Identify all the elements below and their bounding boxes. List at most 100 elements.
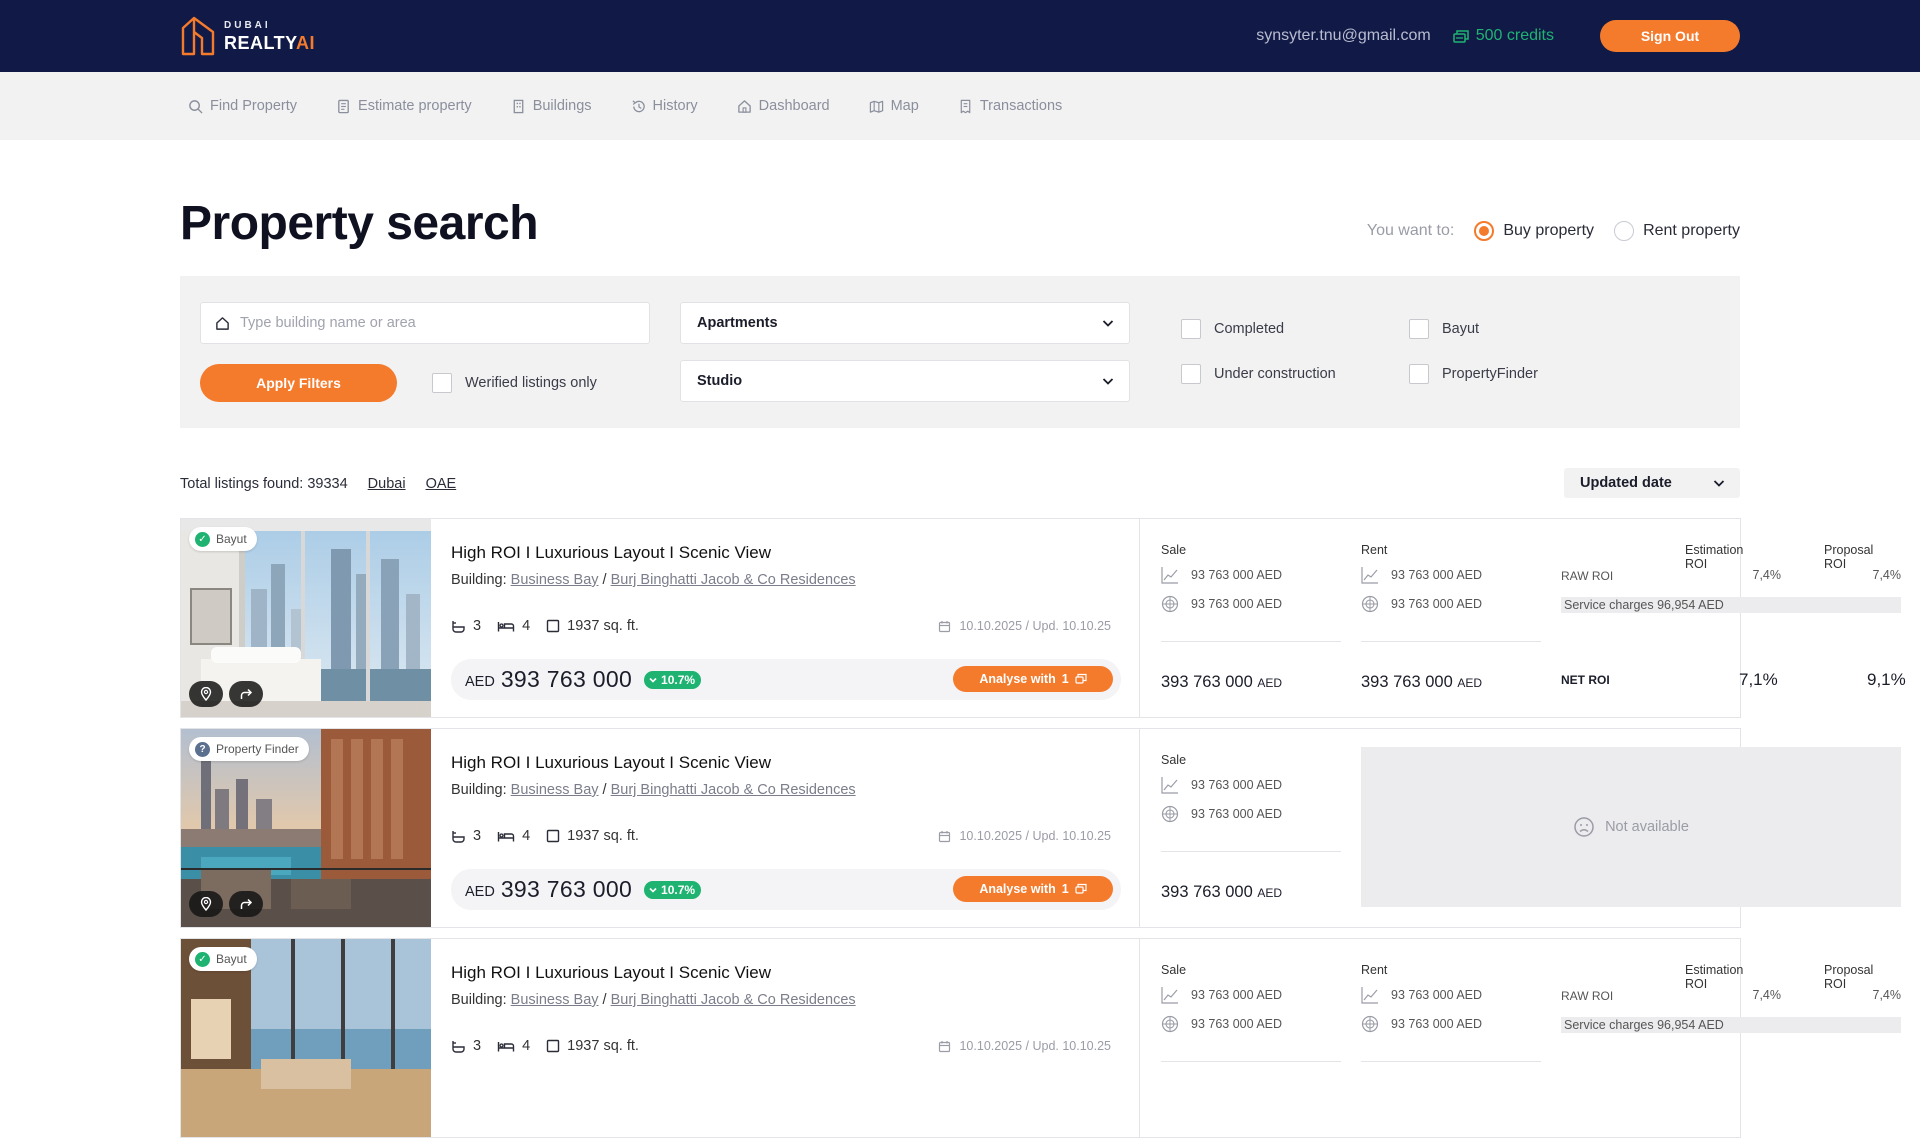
building-search-input[interactable] (240, 315, 620, 331)
listing-card[interactable]: ✓ Bayut High ROI I Luxurious Layout I Sc… (180, 518, 1906, 718)
location-pin-button[interactable] (189, 891, 223, 917)
listing-building: Building: Business Bay / Burj Binghatti … (451, 992, 856, 1008)
nav-map[interactable]: Map (869, 98, 919, 114)
nav-find-property[interactable]: Find Property (188, 98, 297, 114)
listing-building: Building: Business Bay / Burj Binghatti … (451, 782, 856, 798)
checkbox-box (1409, 364, 1429, 384)
share-icon (240, 688, 253, 699)
net-roi-proposal: 9,1% (1867, 670, 1906, 689)
divider (1361, 1061, 1541, 1062)
growth-badge: 10.7% (644, 670, 702, 689)
logo[interactable]: DUBAI REALTYAI (180, 14, 315, 58)
buy-property-radio[interactable]: Buy property (1474, 221, 1594, 241)
dates-value: 10.10.2025 / Upd. 10.10.25 (959, 829, 1111, 843)
listing-photo[interactable]: ✓ Bayut (181, 519, 431, 717)
property-finder-checkbox[interactable]: PropertyFinder (1409, 364, 1538, 384)
raw-roi-proposal: 7,4% (1872, 568, 1902, 582)
map-icon (869, 100, 883, 113)
nav-history[interactable]: History (631, 98, 698, 114)
listing-card[interactable]: ✓ Bayut High ROI I Luxurious Layout I Sc… (180, 938, 1901, 1138)
chart-line-icon (1361, 987, 1378, 1004)
under-construction-label: Under construction (1214, 366, 1336, 382)
calendar-icon (939, 830, 951, 842)
rooms-select[interactable]: Studio (680, 360, 1130, 402)
location-link-dubai[interactable]: Dubai (368, 476, 406, 492)
area-link[interactable]: Business Bay (511, 992, 599, 1008)
credits-label: 500 credits (1475, 27, 1554, 44)
raw-roi-estimation: 7,4% (1752, 568, 1782, 582)
source-label: Bayut (216, 952, 247, 966)
location-pin-button[interactable] (189, 681, 223, 707)
divider (1161, 1061, 1341, 1062)
beds-spec: 4 (497, 828, 530, 844)
rent-total-value: 393 763 000 (1361, 673, 1453, 691)
nav-label: Find Property (210, 98, 298, 114)
sale-column: Sale 93 763 000 AED 93 763 000 AED 393 7… (1161, 519, 1341, 717)
listing-card[interactable]: ? Property Finder High ROI I Luxurious L… (180, 728, 1901, 928)
completed-checkbox[interactable]: Completed (1181, 319, 1284, 339)
rent-property-radio[interactable]: Rent property (1614, 221, 1740, 241)
building-link[interactable]: Burj Binghatti Jacob & Co Residences (611, 572, 856, 588)
rent-total: 393 763 000 AED (1361, 673, 1482, 692)
completed-label: Completed (1214, 321, 1285, 337)
sale-heading: Sale (1161, 753, 1187, 767)
sign-out-button[interactable]: Sign Out (1600, 20, 1740, 52)
listing-stats: Sale 93 763 000 AED 93 763 000 AED 393 7… (1141, 729, 1901, 927)
baths-count: 3 (473, 1038, 482, 1054)
divider (1161, 641, 1341, 642)
area-link[interactable]: Business Bay (511, 782, 599, 798)
sort-select[interactable]: Updated date (1564, 468, 1740, 498)
proposal-roi-heading: Proposal ROI (1824, 543, 1874, 571)
nav-buildings[interactable]: Buildings (511, 98, 592, 114)
listing-title[interactable]: High ROI I Luxurious Layout I Scenic Vie… (451, 963, 771, 983)
radio-selected-icon (1474, 221, 1495, 241)
property-type-value: Apartments (697, 315, 778, 331)
listing-dates: 10.10.2025 / Upd. 10.10.25 (938, 619, 1111, 633)
home-icon (216, 316, 229, 330)
bayut-checkbox[interactable]: Bayut (1409, 319, 1479, 339)
net-roi-estimation: 7,1% (1739, 670, 1778, 689)
listing-price: 393 763 000 (500, 876, 633, 902)
area-link[interactable]: Business Bay (511, 572, 599, 588)
beds-count: 4 (522, 1038, 531, 1054)
apply-filters-button[interactable]: Apply Filters (200, 364, 397, 402)
sale-value-text: 93 763 000 AED (1191, 807, 1283, 821)
verified-label: Werified listings only (465, 375, 597, 391)
listing-photo[interactable]: ✓ Bayut (181, 939, 431, 1137)
divider (1361, 641, 1541, 642)
listing-title[interactable]: High ROI I Luxurious Layout I Scenic Vie… (451, 753, 771, 773)
building-prefix: Building: (451, 782, 507, 798)
under-construction-checkbox[interactable]: Under construction (1181, 364, 1336, 384)
building-separator: / (602, 992, 607, 1008)
service-charges: Service charges 96,954 AED (1561, 597, 1901, 613)
sale-value-text: 93 763 000 AED (1191, 988, 1283, 1002)
receipt-icon (960, 99, 971, 113)
nav-transactions[interactable]: Transactions (958, 98, 1062, 114)
bayut-label: Bayut (1442, 321, 1480, 337)
listing-photo[interactable]: ? Property Finder (181, 729, 431, 927)
location-link-oae[interactable]: OAE (426, 476, 457, 492)
logo-house-icon (181, 16, 215, 56)
size-spec: 1937 sq. ft. (546, 828, 639, 844)
building-link[interactable]: Burj Binghatti Jacob & Co Residences (611, 782, 856, 798)
chart-line-icon (1361, 567, 1378, 584)
photo-actions (189, 891, 263, 917)
size-spec: 1937 sq. ft. (546, 618, 639, 634)
analyse-button[interactable]: Analyse with 1 (953, 876, 1113, 902)
nav-estimate-property[interactable]: Estimate property (336, 98, 472, 114)
verified-listings-checkbox[interactable]: Werified listings only (432, 373, 597, 393)
source-label: Property Finder (216, 742, 299, 756)
building-link[interactable]: Burj Binghatti Jacob & Co Residences (611, 992, 856, 1008)
rent-value-1: 93 763 000 AED (1361, 566, 1482, 584)
building-search[interactable] (200, 302, 650, 344)
logo-accent-text: AI (296, 32, 316, 53)
listing-title[interactable]: High ROI I Luxurious Layout I Scenic Vie… (451, 543, 771, 563)
share-button[interactable] (229, 891, 263, 917)
analyse-button[interactable]: Analyse with 1 (953, 666, 1113, 692)
checkbox-box (432, 373, 452, 393)
nav-dashboard[interactable]: Dashboard (737, 98, 830, 114)
property-type-select[interactable]: Apartments (680, 302, 1130, 344)
share-button[interactable] (229, 681, 263, 707)
growth-value: 10.7% (661, 672, 696, 687)
ai-brain-icon (1161, 595, 1179, 613)
